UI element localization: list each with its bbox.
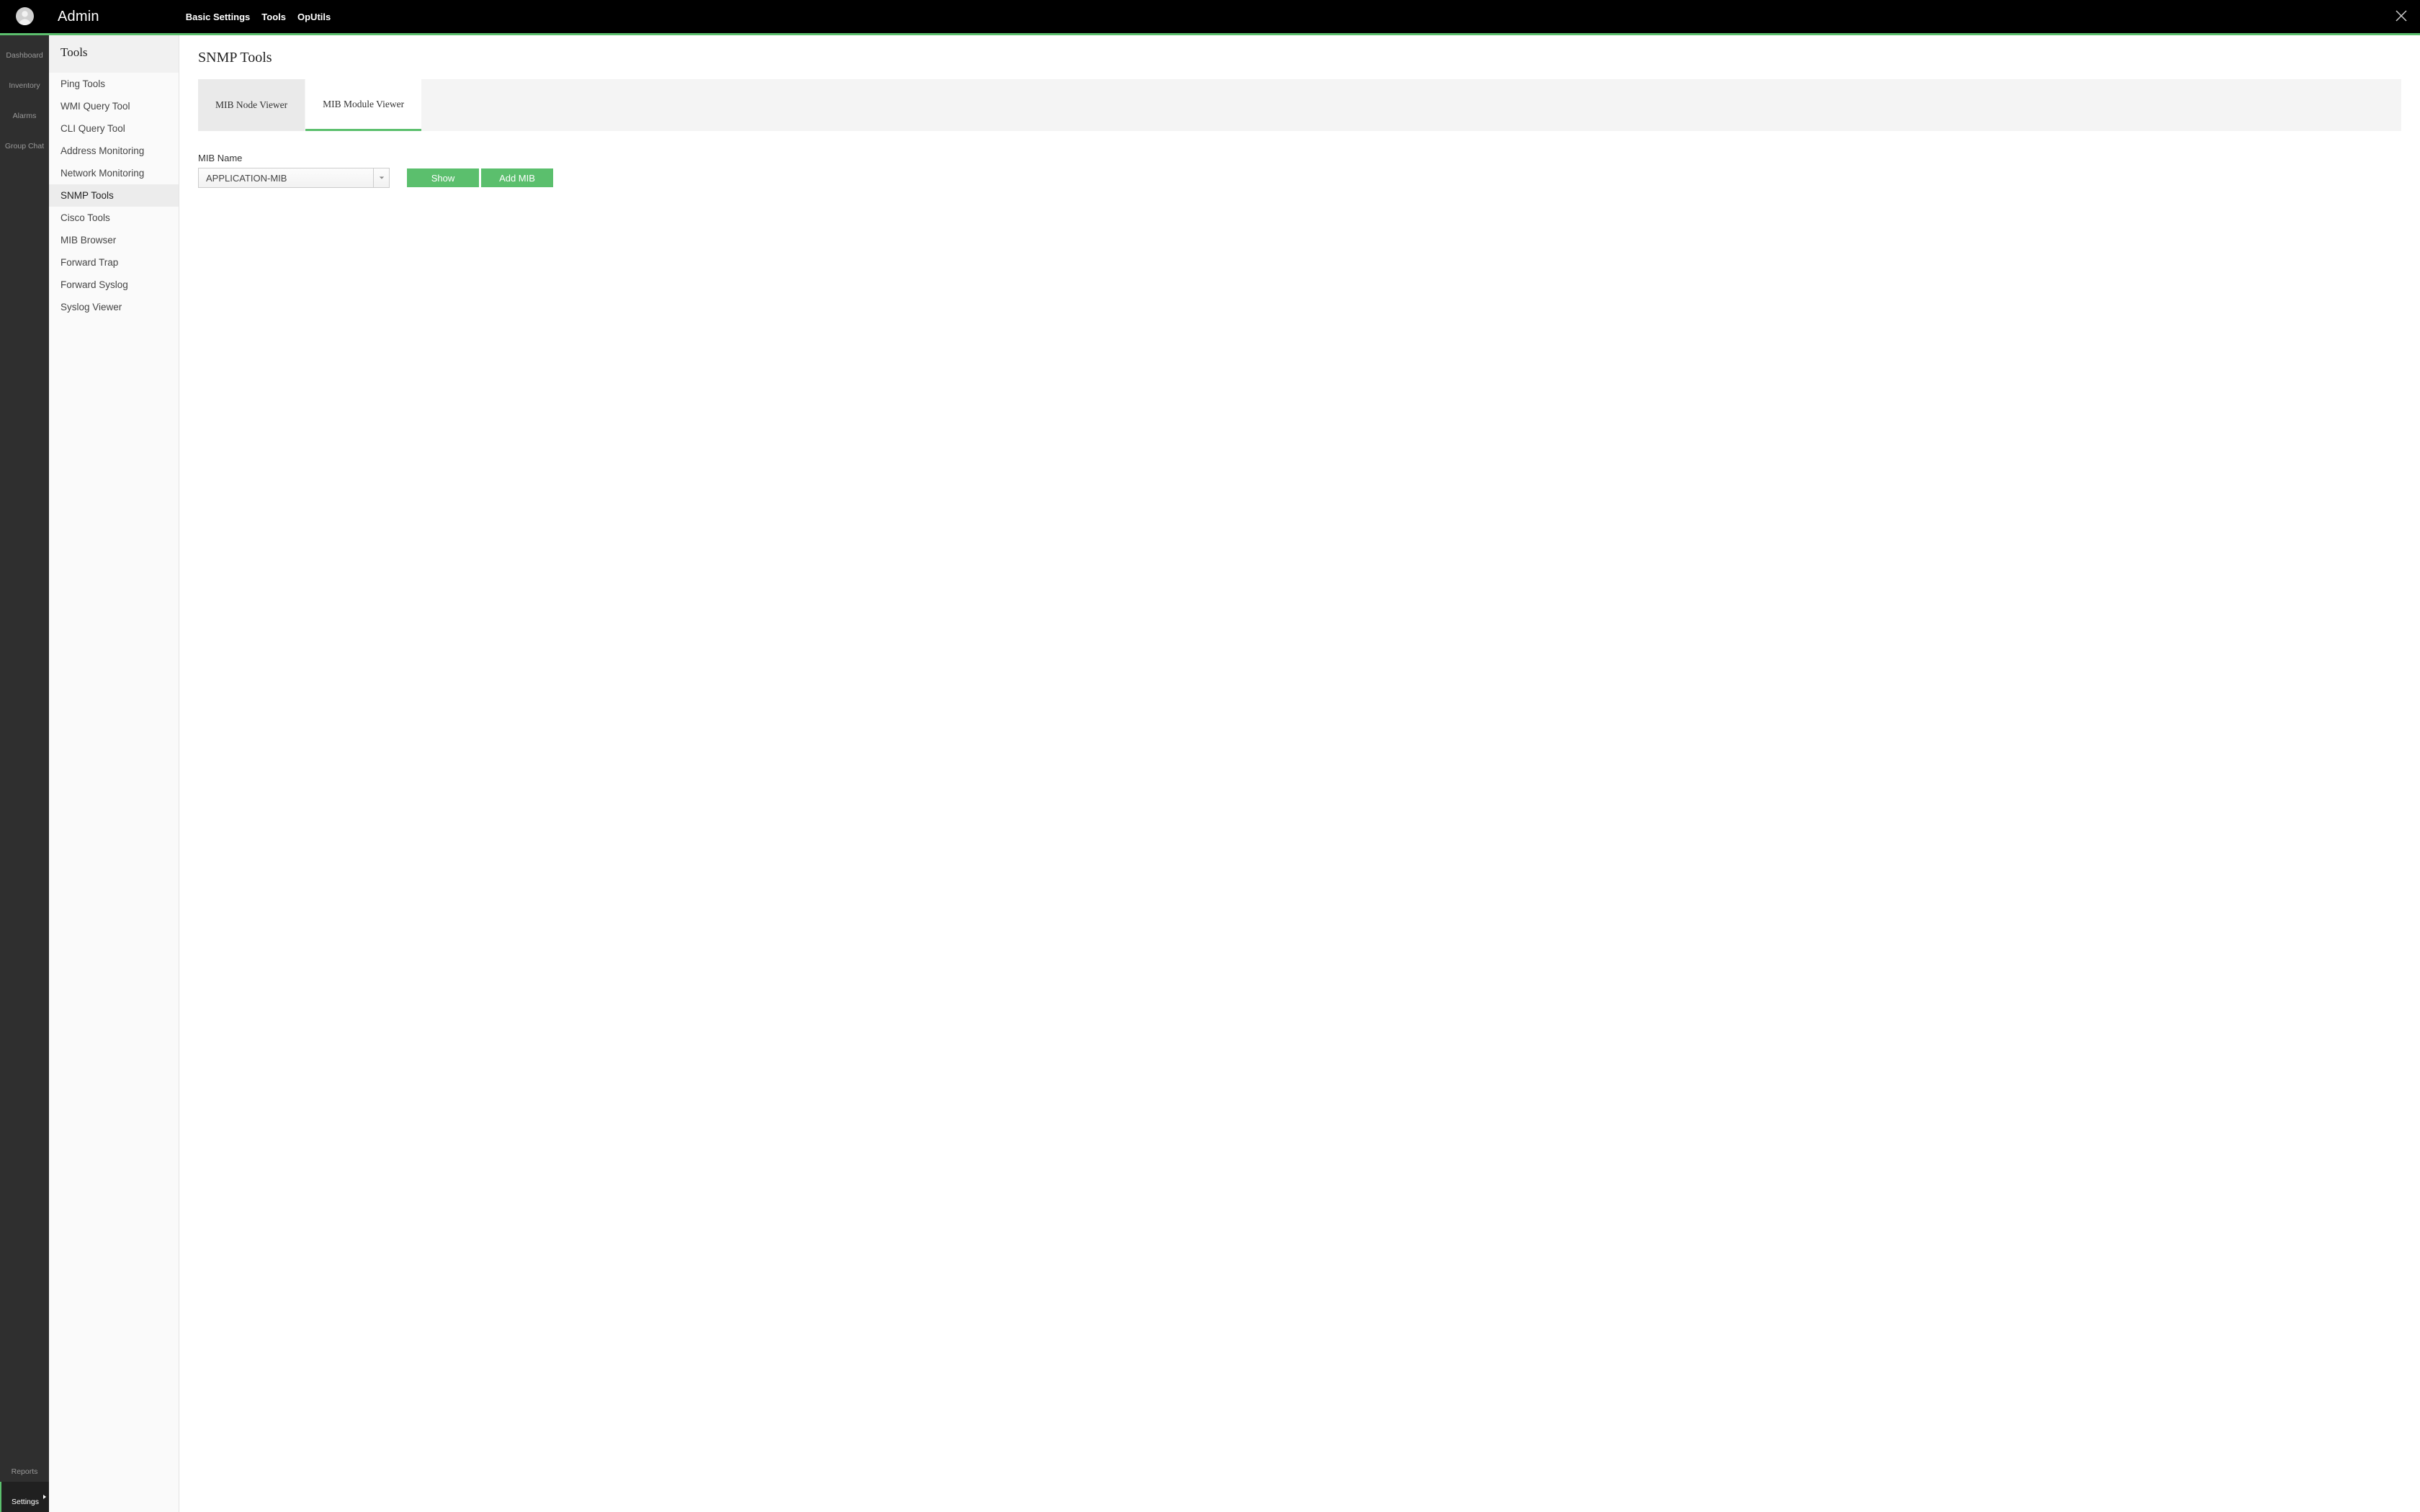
body: Dashboard Inventory Alarms Group Chat Re… (0, 35, 2420, 1512)
page-section-title: Admin (58, 9, 99, 25)
sidebar-header: Tools (49, 35, 179, 73)
close-button[interactable] (2394, 9, 2408, 23)
rail-alarms[interactable]: Alarms (0, 96, 49, 126)
sidebar-item-wmi-query-tool[interactable]: WMI Query Tool (49, 95, 179, 117)
sidebar-item-forward-trap[interactable]: Forward Trap (49, 251, 179, 274)
chevron-down-icon (379, 175, 385, 181)
sidebar-item-address-monitoring[interactable]: Address Monitoring (49, 140, 179, 162)
mib-name-label: MIB Name (198, 153, 390, 163)
topnav-basic-settings[interactable]: Basic Settings (186, 12, 251, 22)
mib-name-dropdown-toggle[interactable] (373, 168, 389, 187)
rail-spacer (0, 156, 49, 1452)
tab-mib-module-viewer[interactable]: MIB Module Viewer (305, 79, 421, 131)
rail-inventory[interactable]: Inventory (0, 66, 49, 96)
sidebar-item-network-monitoring[interactable]: Network Monitoring (49, 162, 179, 184)
topbar-nav: Basic Settings Tools OpUtils (186, 12, 331, 22)
tab-mib-node-viewer[interactable]: MIB Node Viewer (198, 79, 305, 131)
show-button[interactable]: Show (407, 168, 479, 187)
tabs-spacer (422, 79, 2401, 131)
tabs: MIB Node Viewer MIB Module Viewer (198, 79, 2401, 131)
left-rail: Dashboard Inventory Alarms Group Chat Re… (0, 35, 49, 1512)
sidebar-item-syslog-viewer[interactable]: Syslog Viewer (49, 296, 179, 318)
sidebar-item-snmp-tools[interactable]: SNMP Tools (49, 184, 179, 207)
main-content: SNMP Tools MIB Node Viewer MIB Module Vi… (179, 35, 2420, 1512)
close-icon (2396, 10, 2407, 22)
add-mib-button[interactable]: Add MIB (481, 168, 553, 187)
sidebar-item-forward-syslog[interactable]: Forward Syslog (49, 274, 179, 296)
page-title: SNMP Tools (198, 50, 2401, 66)
mib-name-field-group: MIB Name APPLICATION-MIB (198, 153, 390, 188)
mib-name-value: APPLICATION-MIB (206, 173, 287, 184)
form-row: MIB Name APPLICATION-MIB Show Add MIB (198, 153, 2401, 188)
sidebar-item-ping-tools[interactable]: Ping Tools (49, 73, 179, 95)
button-group: Show Add MIB (407, 168, 553, 188)
sidebar-item-cisco-tools[interactable]: Cisco Tools (49, 207, 179, 229)
topbar: Admin Basic Settings Tools OpUtils (0, 0, 2420, 33)
topnav-tools[interactable]: Tools (261, 12, 286, 22)
mib-name-select[interactable]: APPLICATION-MIB (198, 168, 390, 188)
sidebar: Tools Ping Tools WMI Query Tool CLI Quer… (49, 35, 179, 1512)
sidebar-item-cli-query-tool[interactable]: CLI Query Tool (49, 117, 179, 140)
rail-group-chat[interactable]: Group Chat (0, 126, 49, 156)
rail-settings[interactable]: Settings (0, 1482, 49, 1512)
avatar[interactable] (16, 7, 34, 25)
topnav-oputils[interactable]: OpUtils (297, 12, 331, 22)
rail-reports[interactable]: Reports (0, 1452, 49, 1482)
sidebar-title: Tools (60, 45, 88, 59)
mib-module-form: MIB Name APPLICATION-MIB Show Add MIB (198, 153, 2401, 188)
rail-dashboard[interactable]: Dashboard (0, 35, 49, 66)
user-icon (16, 7, 34, 25)
sidebar-item-mib-browser[interactable]: MIB Browser (49, 229, 179, 251)
